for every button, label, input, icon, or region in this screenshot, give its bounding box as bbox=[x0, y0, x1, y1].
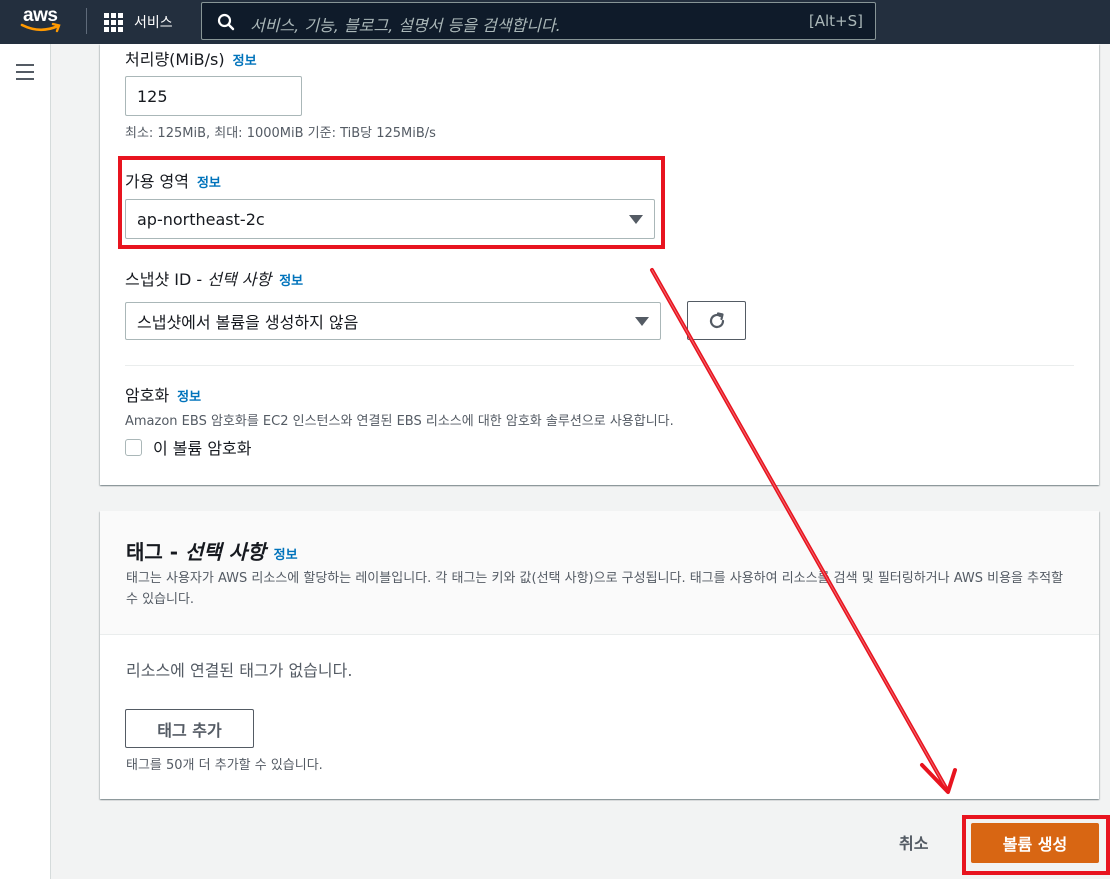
tags-info-link[interactable]: 정보 bbox=[274, 548, 298, 563]
encrypt-volume-label: 이 볼륨 암호화 bbox=[153, 439, 252, 458]
throughput-input[interactable]: 125 bbox=[125, 76, 302, 116]
left-rail bbox=[0, 44, 51, 879]
throughput-label: 처리량(MiB/s) 정보 bbox=[125, 50, 257, 69]
services-menu-button[interactable]: 서비스 bbox=[104, 10, 173, 34]
encryption-info-link[interactable]: 정보 bbox=[177, 390, 201, 405]
search-input[interactable]: 서비스, 기능, 블로그, 설명서 등을 검색합니다. [Alt+S] bbox=[201, 2, 876, 40]
encryption-description: Amazon EBS 암호화를 EC2 인스턴스와 연결된 EBS 리소스에 대… bbox=[125, 414, 674, 429]
refresh-snapshots-button[interactable] bbox=[687, 301, 746, 340]
search-shortcut: [Alt+S] bbox=[808, 12, 863, 30]
volume-settings-panel: 처리량(MiB/s) 정보 125 최소: 125MiB, 최대: 1000MiB… bbox=[100, 44, 1099, 485]
snapshot-info-link[interactable]: 정보 bbox=[279, 274, 303, 289]
tags-panel: 태그 - 선택 사항 정보 태그는 사용자가 AWS 리소스에 할당하는 레이블입… bbox=[100, 511, 1099, 799]
availability-zone-info-link[interactable]: 정보 bbox=[197, 176, 221, 191]
throughput-hint: 최소: 125MiB, 최대: 1000MiB 기준: TiB당 125MiB/… bbox=[125, 126, 436, 141]
refresh-icon bbox=[709, 311, 724, 328]
availability-zone-label: 가용 영역 정보 bbox=[125, 172, 221, 191]
snapshot-select[interactable]: 스냅샷에서 볼륨을 생성하지 않음 bbox=[125, 302, 661, 340]
search-placeholder: 서비스, 기능, 블로그, 설명서 등을 검색합니다. bbox=[250, 16, 561, 35]
availability-zone-value: ap-northeast-2c bbox=[137, 209, 265, 229]
encrypt-volume-checkbox[interactable] bbox=[125, 439, 142, 456]
cancel-button[interactable]: 취소 bbox=[899, 830, 928, 854]
section-divider bbox=[125, 365, 1074, 366]
top-navigation: aws 서비스 서비스, 기능, 블로그, 설명서 등을 검색합니다. [Alt… bbox=[0, 0, 1110, 44]
throughput-info-link[interactable]: 정보 bbox=[233, 54, 257, 69]
add-tag-button[interactable]: 태그 추가 bbox=[125, 709, 254, 748]
create-volume-button[interactable]: 볼륨 생성 bbox=[971, 823, 1099, 863]
caret-down-icon bbox=[635, 316, 649, 326]
nav-separator bbox=[86, 8, 87, 34]
tags-empty-message: 리소스에 연결된 태그가 없습니다. bbox=[126, 661, 353, 680]
encryption-label: 암호화 정보 bbox=[125, 386, 202, 405]
tags-panel-header: 태그 - 선택 사항 정보 태그는 사용자가 AWS 리소스에 할당하는 레이블입… bbox=[100, 511, 1099, 635]
aws-logo[interactable]: aws bbox=[20, 4, 68, 38]
snapshot-value: 스냅샷에서 볼륨을 생성하지 않음 bbox=[137, 313, 359, 332]
grid-icon bbox=[104, 12, 123, 32]
tags-title: 태그 - 선택 사항 정보 bbox=[126, 540, 298, 564]
tags-description: 태그는 사용자가 AWS 리소스에 할당하는 레이블입니다. 각 태그는 키와 … bbox=[126, 571, 1064, 607]
aws-smile-icon bbox=[20, 22, 61, 33]
tags-limit-hint: 태그를 50개 더 추가할 수 있습니다. bbox=[126, 758, 323, 773]
search-icon bbox=[217, 13, 235, 31]
services-label: 서비스 bbox=[134, 15, 173, 31]
availability-zone-select[interactable]: ap-northeast-2c bbox=[125, 199, 655, 239]
menu-icon[interactable] bbox=[16, 64, 34, 80]
snapshot-label: 스냅샷 ID - 선택 사항 정보 bbox=[125, 270, 304, 289]
caret-down-icon bbox=[629, 214, 643, 224]
